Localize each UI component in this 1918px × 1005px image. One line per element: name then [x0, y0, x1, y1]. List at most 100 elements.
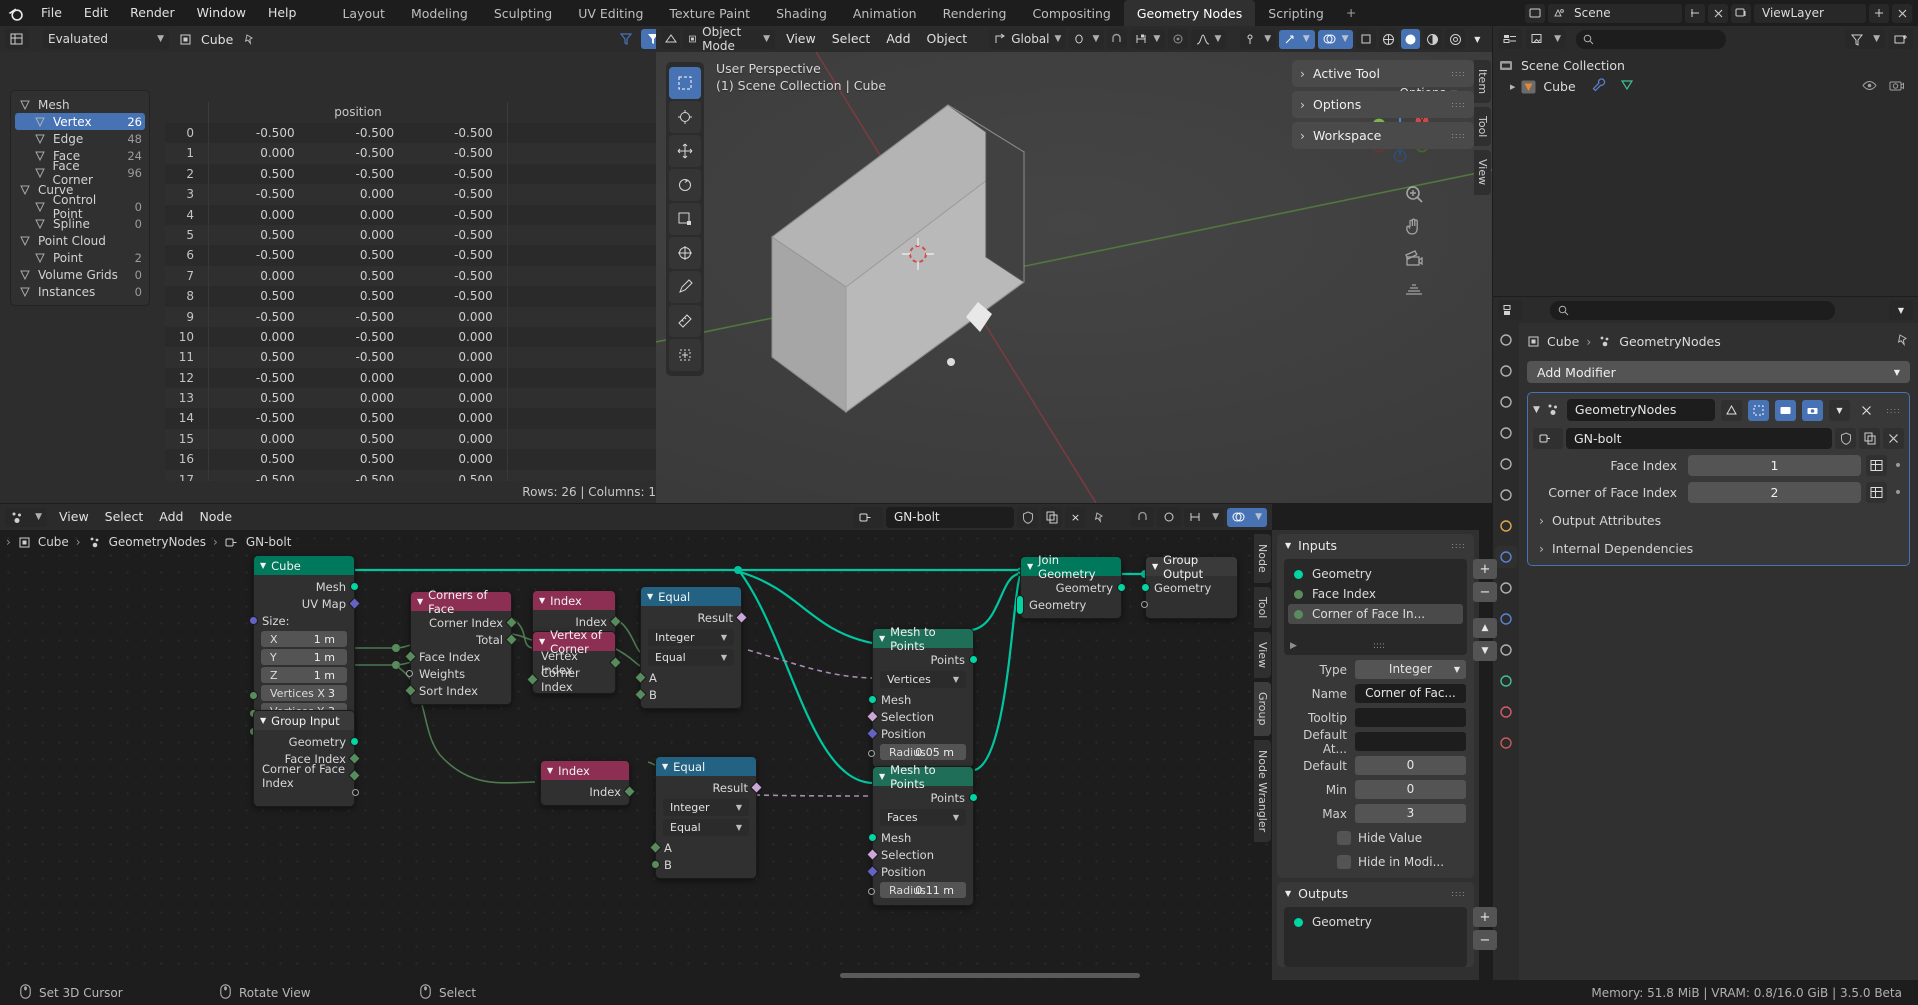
node-go-in-geometry[interactable]: Geometry: [1146, 579, 1237, 596]
viewport-tab-item[interactable]: Item: [1474, 60, 1491, 103]
data-source-control-point[interactable]: Control Point0: [11, 198, 149, 215]
node-mtp1-mode[interactable]: Vertices ▼: [880, 671, 966, 688]
socket-mesh[interactable]: [868, 695, 877, 704]
socket-points[interactable]: [969, 793, 978, 802]
modifier-show-cage-icon[interactable]: [1748, 400, 1769, 421]
tool-annotate[interactable]: [669, 271, 701, 303]
node-equal-top-in-a[interactable]: A: [641, 669, 741, 686]
tool-select-box[interactable]: [669, 67, 701, 99]
socket-points[interactable]: [969, 655, 978, 664]
snap-dropdown[interactable]: ▼: [1130, 30, 1166, 49]
editor-type-icon[interactable]: [5, 29, 29, 49]
blender-logo-icon[interactable]: [0, 0, 30, 26]
node-mtp1-in-selection[interactable]: Selection: [873, 708, 973, 725]
tool-properties-tab-icon[interactable]: [1495, 329, 1517, 351]
viewlayer-properties-tab-icon[interactable]: [1495, 422, 1517, 444]
new-collection-icon[interactable]: [1889, 29, 1913, 49]
nd-breadcrumb-object[interactable]: Cube: [38, 535, 69, 549]
npanel-prop-type-field[interactable]: Integer▼: [1355, 660, 1466, 679]
dataset-mode-dropdown[interactable]: Evaluated ▼: [43, 30, 169, 49]
tool-cursor[interactable]: [669, 101, 701, 133]
duplicate-datablock-icon-2[interactable]: [1041, 507, 1062, 528]
node-cof-out-total[interactable]: Total: [411, 631, 511, 648]
node-mtp2-in-position[interactable]: Position: [873, 863, 973, 880]
tool-scale[interactable]: [669, 203, 701, 235]
move-input-up-button[interactable]: ▲: [1473, 618, 1497, 638]
expand-arrow-icon[interactable]: ▶: [1510, 83, 1515, 91]
node-menu-select[interactable]: Select: [97, 506, 152, 528]
collapse-chevron-icon[interactable]: ▼: [1285, 541, 1291, 550]
eye-icon[interactable]: [1862, 79, 1877, 95]
node-equal-bottom[interactable]: ▼ Equal Result Integer ▼ Equal ▼: [655, 756, 757, 879]
spreadsheet-row[interactable]: 70.0000.500-0.500: [165, 266, 670, 286]
render-properties-tab-icon[interactable]: [1495, 360, 1517, 382]
npanel-input-face-index[interactable]: Face Index: [1288, 584, 1463, 604]
filter-icon[interactable]: [614, 29, 638, 49]
top-menu-file[interactable]: File: [30, 0, 73, 26]
npanel-prop-name-field[interactable]: Corner of Fac...: [1355, 684, 1466, 703]
collapse-chevron-icon[interactable]: ▼: [260, 561, 266, 570]
node-cube-out-mesh[interactable]: Mesh: [254, 578, 354, 595]
npanel-input-corner-of-face-in-[interactable]: Corner of Face In...: [1288, 604, 1463, 624]
npanel-inputs-header[interactable]: ▼ Inputs ::::: [1277, 534, 1474, 557]
scene-properties-tab-icon[interactable]: [1495, 453, 1517, 475]
ortho-perspective-icon[interactable]: [1402, 278, 1426, 302]
mode-dropdown[interactable]: Object Mode ▼: [683, 30, 775, 49]
npanel-checkbox-hide-value[interactable]: Hide Value: [1337, 827, 1466, 848]
viewlayer-name[interactable]: ViewLayer: [1754, 4, 1866, 23]
data-source-face-corner[interactable]: Face Corner96: [11, 164, 149, 181]
spreadsheet-row[interactable]: 20.500-0.500-0.500: [165, 164, 670, 184]
workspace-tab-modeling[interactable]: Modeling: [398, 0, 481, 26]
socket-virtual[interactable]: [1141, 601, 1148, 608]
remove-output-button[interactable]: −: [1473, 930, 1497, 950]
node-mtp1-radius-field[interactable]: Radius 0.05 m: [880, 744, 966, 760]
add-input-button[interactable]: +: [1473, 559, 1497, 579]
pin-icon-2[interactable]: [1089, 507, 1110, 528]
viewport-menu-view[interactable]: View: [778, 28, 824, 50]
new-viewlayer-icon[interactable]: [1869, 4, 1889, 23]
socket-b[interactable]: [651, 860, 660, 869]
pin-icon[interactable]: [1896, 333, 1910, 350]
collapse-chevron-icon[interactable]: ▼: [647, 592, 653, 601]
node-mesh-to-points-2[interactable]: ▼ Mesh to Points Points Faces ▼ Mesh: [872, 766, 974, 906]
node-group-output[interactable]: ▼ Group Output Geometry: [1145, 556, 1238, 619]
node-menu-add[interactable]: Add: [151, 506, 191, 528]
outliner-search-input[interactable]: [1576, 30, 1726, 49]
data-source-point[interactable]: Point2: [11, 249, 149, 266]
material-properties-tab-icon[interactable]: [1495, 701, 1517, 723]
npanel-outputs-list[interactable]: Geometry + −: [1284, 907, 1467, 967]
add-workspace-button[interactable]: +: [1337, 0, 1365, 26]
spreadsheet-row[interactable]: 130.5000.0000.000: [165, 388, 670, 408]
spreadsheet-row[interactable]: 0-0.500-0.500-0.500: [165, 123, 670, 143]
node-equal-bottom-out-result[interactable]: Result: [656, 779, 756, 796]
checkbox-box[interactable]: [1337, 831, 1351, 845]
node-cof-in-face-index[interactable]: Face Index: [411, 648, 511, 665]
node-mtp2-in-selection[interactable]: Selection: [873, 846, 973, 863]
add-modifier-button[interactable]: Add Modifier ▼: [1527, 361, 1910, 383]
collapse-chevron-icon[interactable]: ▼: [1152, 562, 1158, 571]
spreadsheet-row[interactable]: 80.5000.500-0.500: [165, 286, 670, 306]
data-source-point-cloud[interactable]: Point Cloud: [11, 232, 149, 249]
editor-type-icon-outliner[interactable]: [1498, 29, 1522, 49]
node-menu-view[interactable]: View: [51, 506, 97, 528]
npanel-checkbox-hide-in-modi-[interactable]: Hide in Modi...: [1337, 851, 1466, 872]
node-gi-out-corner-of-face-index[interactable]: Corner of Face Index: [254, 767, 354, 784]
collapse-chevron-icon[interactable]: ▼: [547, 766, 553, 775]
socket-radius[interactable]: [868, 750, 875, 757]
transform-orientation-dropdown[interactable]: Global ▼: [989, 30, 1066, 49]
zoom-icon[interactable]: [1402, 182, 1426, 206]
node-gi-out-empty[interactable]: [254, 784, 354, 801]
shading-material-icon[interactable]: [1423, 29, 1442, 49]
xray-toggle-icon[interactable]: [1356, 29, 1375, 49]
visibility-dropdown[interactable]: ▼: [1240, 30, 1276, 49]
data-source-mesh[interactable]: Mesh: [11, 96, 149, 113]
texture-properties-tab-icon[interactable]: [1495, 732, 1517, 754]
node-canvas[interactable]: ▼ Cube Mesh UV Map Size:: [0, 530, 1272, 980]
workspace-tab-scripting[interactable]: Scripting: [1255, 0, 1337, 26]
expand-arrow-icon[interactable]: ▶: [1290, 641, 1297, 651]
node-equal-top-header[interactable]: ▼ Equal: [641, 587, 741, 606]
spreadsheet-row[interactable]: 14-0.5000.5000.000: [165, 408, 670, 428]
subpanel-internal-dependencies[interactable]: ›Internal Dependencies: [1533, 536, 1904, 560]
collapse-chevron-icon[interactable]: ▼: [879, 772, 885, 781]
node-voc-in-corner-index[interactable]: Corner Index: [533, 671, 615, 688]
